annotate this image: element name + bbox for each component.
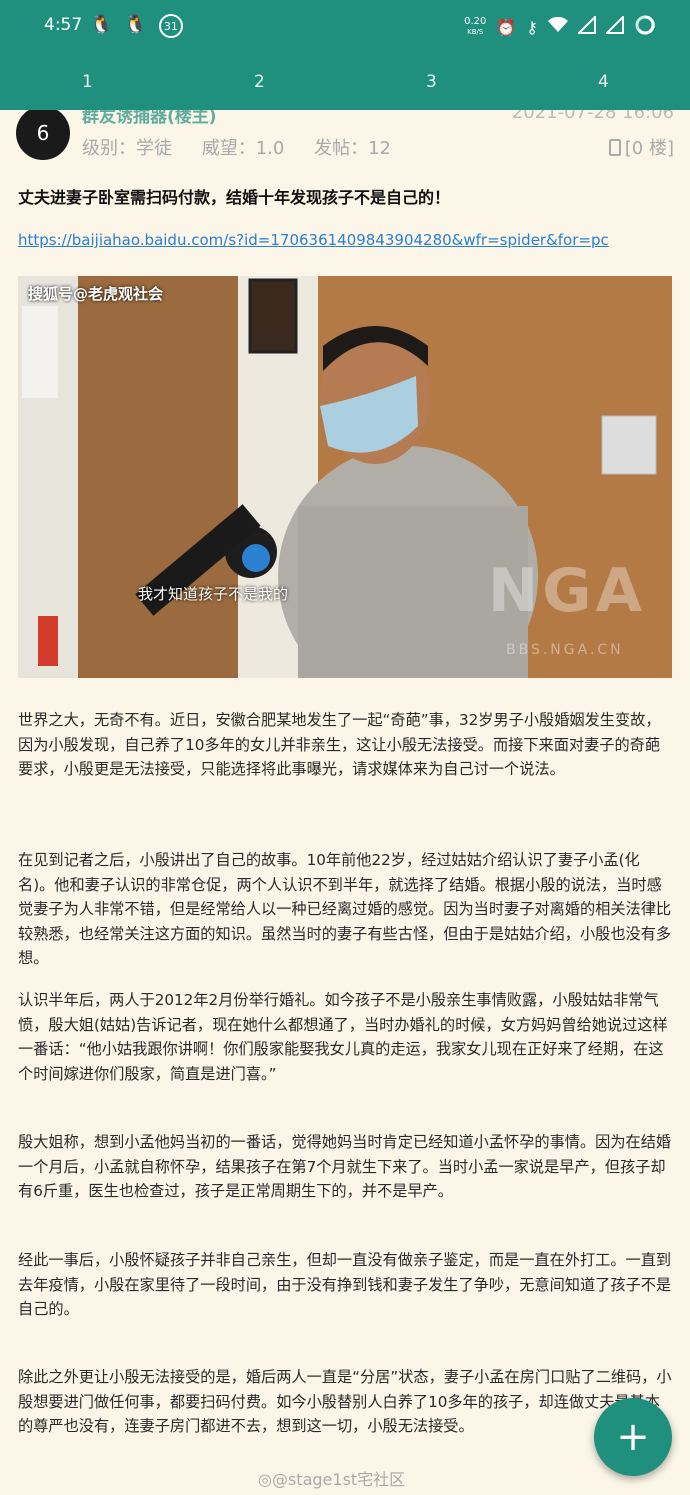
wifi-icon: [548, 16, 568, 37]
site-watermark: ◎@stage1st宅社区: [258, 1470, 406, 1489]
qq-icon-2: 🐧: [124, 14, 147, 35]
network-speed: 0.20 KB/S: [464, 16, 487, 37]
image-watermark: NGA: [488, 556, 646, 626]
phone-icon: [608, 139, 621, 156]
paragraph-2: 在见到记者之后，小殷讲出了自己的故事。10年前他22岁，经过姑姑介绍认识了妻子小…: [18, 851, 672, 968]
floor-indicator: [0 楼]: [608, 134, 674, 160]
alarm-icon: ⏰: [496, 17, 517, 37]
image-caption: 我才知道孩子不是我的: [138, 585, 289, 603]
battery-ring-icon: [634, 14, 656, 40]
qq-icon: 🐧: [90, 14, 113, 35]
source-link[interactable]: https://baijiahao.baidu.com/s?id=1706361…: [18, 231, 609, 249]
page-tabs: 1 2 3 4: [0, 54, 690, 110]
signal-icon-2: [604, 14, 624, 38]
reply-fab-button[interactable]: +: [594, 1398, 672, 1476]
status-time: 4:57: [44, 15, 83, 35]
paragraph-6: 除此之外更让小殷无法接受的是，婚后两人一直是“分居”状态，妻子小孟在房门口贴了二…: [18, 1368, 672, 1436]
page-tab-1[interactable]: 1: [82, 72, 93, 92]
image-watermark-url: BBS.NGA.CN: [506, 642, 624, 658]
post-title: 丈夫进妻子卧室需扫码付款，结婚十年发现孩子不是自己的！: [18, 188, 451, 207]
author-meta: 级别：学徒 威望：1.0 发帖：12: [82, 134, 415, 160]
paragraph-4: 殷大姐称，想到小孟他妈当初的一番话，觉得她妈当时肯定已经知道小孟怀孕的事情。因为…: [18, 1133, 672, 1201]
author-name[interactable]: 群友诱捕器(楼主): [82, 110, 217, 127]
author-prestige: 威望：1.0: [201, 138, 285, 159]
key-icon: ⚷: [526, 17, 538, 37]
page-tab-2[interactable]: 2: [254, 72, 265, 92]
page-tab-4[interactable]: 4: [598, 72, 609, 92]
weibo-icon: ◎: [258, 1470, 272, 1489]
post-content: 6 群友诱捕器(楼主) 2021-07-28 16:06 级别：学徒 威望：1.…: [0, 110, 690, 1495]
plus-icon: +: [616, 1414, 650, 1460]
paragraph-5: 经此一事后，小殷怀疑孩子并非自己亲生，但却一直没有做亲子鉴定，而是一直在外打工。…: [18, 1251, 672, 1319]
image-source-label: 搜狐号@老虎观社会: [28, 285, 164, 303]
paragraph-1: 世界之大，无奇不有。近日，安徽合肥某地发生了一起“奇葩”事，32岁男子小殷婚姻发…: [18, 711, 661, 779]
post-date: 2021-07-28 16:06: [511, 110, 674, 123]
paragraph-3: 认识半年后，两人于2012年2月份举行婚礼。如今孩子不是小殷亲生事情败露，小殷姑…: [18, 991, 668, 1083]
author-posts: 发帖：12: [314, 138, 392, 159]
signal-icon: [576, 14, 596, 38]
calendar-badge-icon: 31: [158, 14, 183, 38]
post-image[interactable]: 搜狐号@老虎观社会 我才知道孩子不是我的 NGA BBS.NGA.CN: [18, 276, 672, 678]
avatar[interactable]: 6: [16, 110, 70, 160]
author-level: 级别：学徒: [82, 138, 172, 159]
page-tab-3[interactable]: 3: [426, 72, 437, 92]
status-bar: 4:57 🐧 🐧 31 0.20 KB/S ⏰ ⚷: [0, 0, 690, 54]
